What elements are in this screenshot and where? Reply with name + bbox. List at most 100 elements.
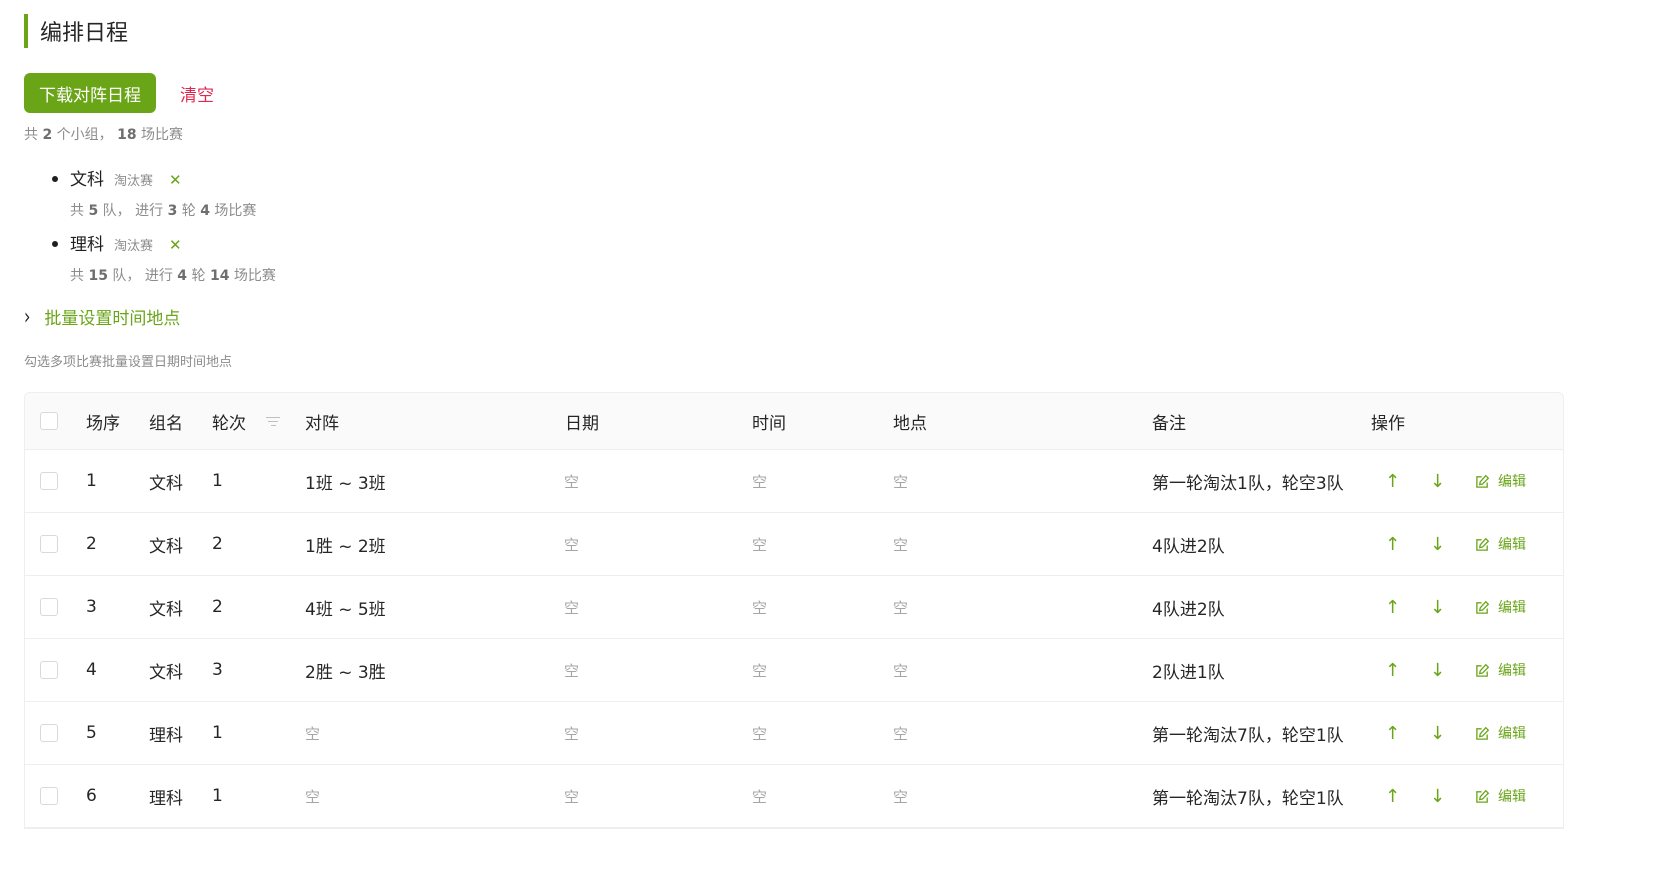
move-up-button[interactable]: ↑ xyxy=(1385,576,1400,638)
group-type: 淘汰赛 xyxy=(114,239,154,254)
table-header: 场序 组名 轮次 对阵 日期 时间 地点 备注 操作 xyxy=(25,393,1563,450)
cell-order: 4 xyxy=(86,660,97,680)
move-down-button[interactable]: ↓ xyxy=(1430,513,1445,575)
row-select-cell xyxy=(40,576,58,638)
header-ops: 操作 xyxy=(1371,413,1405,434)
arrow-up-icon: ↑ xyxy=(1385,785,1401,807)
arrow-up-icon: ↑ xyxy=(1385,659,1401,681)
cell-group: 文科 xyxy=(149,536,183,557)
row-checkbox[interactable] xyxy=(40,787,58,805)
page-title: 编排日程 xyxy=(24,14,128,48)
filter-icon[interactable] xyxy=(266,414,280,429)
page-title-text: 编排日程 xyxy=(40,21,129,46)
cell-time: 空 xyxy=(752,787,768,806)
cell-matchup: 空 xyxy=(305,724,321,743)
cell-date: 空 xyxy=(564,787,580,806)
row-checkbox[interactable] xyxy=(40,661,58,679)
edit-button[interactable]: 编辑 xyxy=(1475,450,1526,512)
cell-round: 1 xyxy=(212,471,223,491)
cell-venue: 空 xyxy=(893,535,909,554)
cell-round: 2 xyxy=(212,597,223,617)
cell-group: 文科 xyxy=(149,662,183,683)
group-stats: 共 15 队， 进行 4 轮 14 场比赛 xyxy=(70,268,276,284)
move-down-button[interactable]: ↓ xyxy=(1430,576,1445,638)
cell-order: 2 xyxy=(86,534,97,554)
group-stats: 共 5 队， 进行 3 轮 4 场比赛 xyxy=(70,203,257,219)
cell-note: 4队进2队 xyxy=(1152,536,1225,557)
edit-button[interactable]: 编辑 xyxy=(1475,702,1526,764)
move-up-button[interactable]: ↑ xyxy=(1385,702,1400,764)
group-count: 2 xyxy=(42,127,53,143)
row-select-cell xyxy=(40,513,58,575)
download-schedule-button[interactable]: 下载对阵日程 xyxy=(24,73,156,113)
move-up-button[interactable]: ↑ xyxy=(1385,513,1400,575)
move-up-button[interactable]: ↑ xyxy=(1385,450,1400,512)
cell-note: 第一轮淘汰7队，轮空1队 xyxy=(1152,788,1344,809)
arrow-down-icon: ↓ xyxy=(1430,533,1446,555)
move-up-button[interactable]: ↑ xyxy=(1385,765,1400,827)
header-group: 组名 xyxy=(149,413,183,434)
edit-label: 编辑 xyxy=(1498,474,1526,490)
cell-order: 5 xyxy=(86,723,97,743)
table-row: 6 理科 1 空 空 空 空 第一轮淘汰7队，轮空1队 ↑ ↓ 编辑 xyxy=(25,765,1563,828)
edit-label: 编辑 xyxy=(1498,600,1526,616)
cell-venue: 空 xyxy=(893,598,909,617)
table-row: 1 文科 1 1班 ~ 3班 空 空 空 第一轮淘汰1队，轮空3队 ↑ ↓ 编辑 xyxy=(25,450,1563,513)
move-down-button[interactable]: ↓ xyxy=(1430,450,1445,512)
cell-time: 空 xyxy=(752,535,768,554)
cell-date: 空 xyxy=(564,724,580,743)
close-icon[interactable]: ✕ xyxy=(169,236,182,254)
cell-time: 空 xyxy=(752,724,768,743)
edit-button[interactable]: 编辑 xyxy=(1475,639,1526,701)
edit-icon xyxy=(1475,600,1490,615)
edit-icon xyxy=(1475,474,1490,489)
cell-order: 6 xyxy=(86,786,97,806)
row-checkbox[interactable] xyxy=(40,472,58,490)
move-down-button[interactable]: ↓ xyxy=(1430,765,1445,827)
table-row: 2 文科 2 1胜 ~ 2班 空 空 空 4队进2队 ↑ ↓ 编辑 xyxy=(25,513,1563,576)
row-checkbox[interactable] xyxy=(40,598,58,616)
match-count: 18 xyxy=(117,127,137,143)
row-checkbox[interactable] xyxy=(40,535,58,553)
edit-button[interactable]: 编辑 xyxy=(1475,576,1526,638)
select-all-checkbox[interactable] xyxy=(40,412,58,430)
cell-note: 4队进2队 xyxy=(1152,599,1225,620)
summary-text: 共 2 个小组， 18 场比赛 xyxy=(24,127,184,143)
cell-date: 空 xyxy=(564,535,580,554)
title-accent-bar xyxy=(24,14,28,48)
header-venue: 地点 xyxy=(893,413,927,434)
row-checkbox[interactable] xyxy=(40,724,58,742)
edit-button[interactable]: 编辑 xyxy=(1475,765,1526,827)
edit-icon xyxy=(1475,663,1490,678)
cell-round: 1 xyxy=(212,786,223,806)
table-row: 4 文科 3 2胜 ~ 3胜 空 空 空 2队进1队 ↑ ↓ 编辑 xyxy=(25,639,1563,702)
cell-date: 空 xyxy=(564,598,580,617)
cell-order: 1 xyxy=(86,471,97,491)
group-name: 文科 xyxy=(70,170,104,190)
cell-matchup: 1胜 ~ 2班 xyxy=(305,536,386,557)
schedule-table: 场序 组名 轮次 对阵 日期 时间 地点 备注 操作 1 文科 1 1班 ~ 3… xyxy=(24,392,1564,829)
select-all-cell xyxy=(40,393,58,449)
cell-round: 1 xyxy=(212,723,223,743)
cell-venue: 空 xyxy=(893,661,909,680)
cell-round: 2 xyxy=(212,534,223,554)
cell-time: 空 xyxy=(752,598,768,617)
cell-matchup: 2胜 ~ 3胜 xyxy=(305,662,386,683)
close-icon[interactable]: ✕ xyxy=(169,171,182,189)
move-down-button[interactable]: ↓ xyxy=(1430,702,1445,764)
row-select-cell xyxy=(40,702,58,764)
group-name: 理科 xyxy=(70,235,104,255)
edit-icon xyxy=(1475,537,1490,552)
cell-date: 空 xyxy=(564,472,580,491)
move-down-button[interactable]: ↓ xyxy=(1430,639,1445,701)
bullet-icon xyxy=(52,176,58,182)
cell-round: 3 xyxy=(212,660,223,680)
arrow-up-icon: ↑ xyxy=(1385,596,1401,618)
move-up-button[interactable]: ↑ xyxy=(1385,639,1400,701)
clear-button[interactable]: 清空 xyxy=(168,73,226,113)
cell-time: 空 xyxy=(752,661,768,680)
cell-venue: 空 xyxy=(893,472,909,491)
edit-button[interactable]: 编辑 xyxy=(1475,513,1526,575)
cell-note: 第一轮淘汰1队，轮空3队 xyxy=(1152,473,1344,494)
batch-settings-toggle[interactable]: › 批量设置时间地点 xyxy=(24,303,180,330)
